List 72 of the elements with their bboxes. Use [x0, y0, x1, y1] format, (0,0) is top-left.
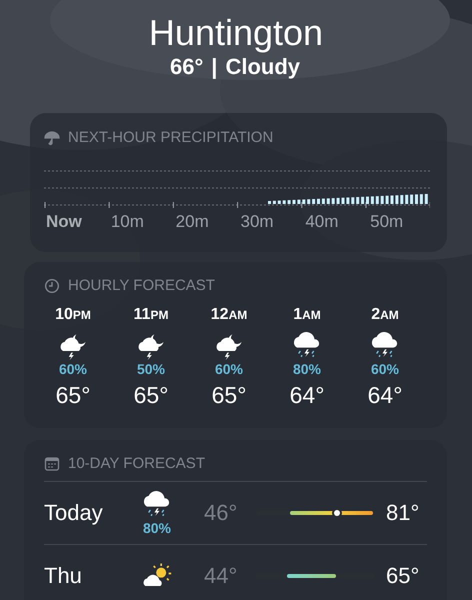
precipitation-chance: 60%: [370, 361, 400, 378]
hour-temperature: 65°: [56, 381, 90, 410]
precipitation-bar: [361, 196, 364, 204]
precipitation-bar: [312, 199, 316, 204]
precipitation-bar: [400, 195, 404, 204]
precipitation-bar: [272, 200, 276, 204]
precipitation-bar: [326, 198, 330, 204]
precipitation-bar: [297, 200, 300, 204]
low-temperature: 46°: [204, 500, 238, 526]
hour-label: 11PM: [134, 305, 168, 325]
precipitation-bar: [268, 201, 271, 204]
high-temperature: 81°: [386, 500, 420, 526]
card-title: 10-DAY FORECAST: [68, 455, 205, 473]
calendar-icon: [44, 456, 60, 472]
city-name: Huntington: [148, 12, 324, 54]
precipitation-bar: [288, 200, 291, 204]
time-tick-label: Now: [45, 212, 83, 232]
time-tick-label: 40m: [304, 212, 340, 232]
time-tick-label: 50m: [369, 212, 404, 232]
time-tick-label: 20m: [174, 212, 210, 232]
hour-temperature: 65°: [134, 381, 168, 410]
precipitation-bar: [356, 197, 360, 204]
precipitation-chance: 60%: [214, 361, 244, 378]
hour-temperature: 64°: [290, 381, 324, 410]
precipitation-bar: [390, 196, 394, 204]
condition-text: Cloudy: [225, 54, 300, 80]
separator: |: [211, 54, 218, 80]
precipitation-bar: [346, 197, 350, 204]
precipitation-bar: [420, 194, 423, 204]
hour-label: 1AM: [293, 305, 321, 325]
precipitation-bar: [395, 195, 398, 204]
precipitation-bar: [366, 196, 369, 204]
precipitation-chance: 80%: [292, 361, 322, 378]
current-temperature: 66°: [170, 54, 204, 80]
precipitation-bar: [380, 196, 384, 204]
precipitation-chance: 60%: [58, 361, 88, 378]
precipitation-chance: 50%: [136, 361, 166, 378]
clock-icon: [44, 278, 60, 294]
hour-temperature: 65°: [212, 381, 246, 410]
precipitation-bar: [415, 194, 418, 204]
hour-label: 12AM: [210, 305, 248, 325]
precipitation-bar: [278, 200, 281, 204]
card-title: HOURLY FORECAST: [68, 277, 215, 295]
day-label: Thu: [44, 563, 83, 589]
time-tick-label: 30m: [239, 212, 275, 232]
precipitation-bar: [342, 198, 344, 204]
precipitation-bar: [292, 200, 296, 204]
card-title: NEXT-HOUR PRECIPITATION: [68, 129, 274, 147]
precipitation-bar: [282, 200, 286, 204]
precipitation-bar: [307, 199, 310, 204]
precipitation-bar: [317, 198, 320, 204]
precipitation-bar: [386, 196, 389, 204]
umbrella-icon: [44, 130, 60, 146]
precipitation-bar: [351, 197, 354, 204]
precipitation-bar: [302, 199, 306, 204]
hour-temperature: 64°: [368, 381, 402, 410]
precipitation-bar: [405, 194, 408, 204]
precipitation-bar: [322, 198, 325, 204]
precipitation-chance: 80%: [142, 520, 172, 536]
precipitation-bar: [376, 196, 379, 204]
low-temperature: 44°: [204, 563, 238, 589]
high-temperature: 65°: [386, 563, 420, 589]
precipitation-bar: [370, 196, 374, 204]
hour-label: 2AM: [371, 305, 399, 325]
precipitation-bar: [336, 198, 340, 204]
precipitation-bar: [332, 198, 335, 204]
hour-label: 10PM: [55, 305, 91, 325]
precipitation-bar: [410, 194, 414, 204]
day-label: Today: [44, 500, 104, 526]
precipitation-bar: [424, 194, 428, 204]
range-fill: [286, 574, 336, 578]
time-tick-label: 10m: [110, 212, 145, 232]
